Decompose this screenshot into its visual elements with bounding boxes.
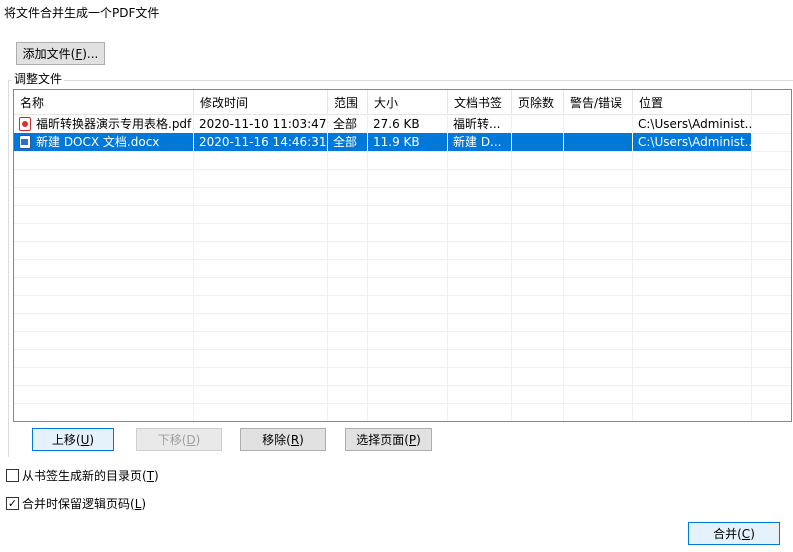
grid-line xyxy=(14,349,791,350)
cell-name: 新建 DOCX 文档.docx xyxy=(32,133,194,151)
instruction-text: 将文件合并生成一个PDF文件 xyxy=(4,6,160,20)
move-up-suffix: ) xyxy=(89,432,95,447)
move-down-label: 下移( xyxy=(157,433,187,447)
remove-suffix: ) xyxy=(299,432,304,447)
generate-toc-checkbox[interactable] xyxy=(6,469,19,482)
grid-line xyxy=(14,259,791,260)
merge-label: 合并( xyxy=(713,527,742,541)
grid-line xyxy=(14,313,791,314)
generate-toc-suffix: ) xyxy=(154,469,159,483)
select-pages-suffix: ) xyxy=(416,432,421,447)
cell-pages xyxy=(512,115,564,133)
move-up-label: 上移( xyxy=(51,433,81,447)
cell-size: 27.6 KB xyxy=(373,117,420,131)
move-down-suffix: ) xyxy=(195,432,201,447)
table-row[interactable]: 福昕转换器演示专用表格.pdf 2020-11-10 11:03:47 全部 2… xyxy=(14,115,752,133)
grid-line xyxy=(14,277,791,278)
cell-range: 全部 xyxy=(333,117,358,131)
merge-hotkey: C xyxy=(741,526,751,541)
column-header-pages[interactable]: 页除数 xyxy=(512,90,564,114)
grid-line xyxy=(14,331,791,332)
docx-file-icon xyxy=(19,135,31,149)
file-list[interactable]: 名称 修改时间 ^ 范围 大小 文档书签 页除数 警告/错误 位置 福昕转换器演… xyxy=(13,89,792,422)
pdf-file-icon xyxy=(19,117,31,131)
column-header-size[interactable]: 大小 xyxy=(368,90,448,114)
column-header-range[interactable]: 范围 xyxy=(328,90,368,114)
grid-line xyxy=(14,385,791,386)
merge-button[interactable]: 合并(C) xyxy=(688,522,780,545)
grid-line xyxy=(14,223,791,224)
cell-bookmark: 福昕转... xyxy=(453,117,501,131)
grid-line xyxy=(14,241,791,242)
move-up-hotkey: U xyxy=(80,432,90,447)
column-header-warnings[interactable]: 警告/错误 xyxy=(564,90,633,114)
sort-arrow-icon: ^ xyxy=(259,89,268,97)
generate-toc-hotkey: T xyxy=(146,469,155,483)
grid-line xyxy=(14,367,791,368)
keep-page-numbers-label: 合并时保留逻辑页码( xyxy=(22,497,135,511)
grid-line xyxy=(14,295,791,296)
grid-line xyxy=(14,205,791,206)
keep-page-numbers-checkbox[interactable]: ✓ xyxy=(6,497,19,510)
grid-line xyxy=(14,187,791,188)
cell-modified: 2020-11-16 14:46:31 xyxy=(194,133,328,151)
cell-location: C:\Users\Administ... xyxy=(633,133,752,151)
cell-range: 全部 xyxy=(328,133,368,151)
grid-line xyxy=(14,151,791,152)
remove-button[interactable]: 移除(R) xyxy=(240,428,326,451)
select-pages-hotkey: P xyxy=(408,432,417,447)
group-title: 调整文件 xyxy=(12,71,65,87)
cell-warnings xyxy=(564,133,633,151)
cell-warnings xyxy=(564,115,633,133)
cell-size: 11.9 KB xyxy=(368,133,448,151)
merge-suffix: ) xyxy=(750,526,755,541)
table-row-selected[interactable]: 新建 DOCX 文档.docx 2020-11-16 14:46:31 全部 1… xyxy=(14,133,752,151)
list-header: 名称 修改时间 ^ 范围 大小 文档书签 页除数 警告/错误 位置 xyxy=(14,90,791,115)
add-files-button[interactable]: 添加文件(F)... xyxy=(16,42,105,65)
remove-hotkey: R xyxy=(290,432,300,447)
select-pages-label: 选择页面( xyxy=(356,433,409,447)
grid-line xyxy=(14,403,791,404)
column-header-location[interactable]: 位置 xyxy=(633,90,752,114)
cell-bookmark: 新建 D... xyxy=(448,133,512,151)
remove-label: 移除( xyxy=(262,433,291,447)
select-pages-button[interactable]: 选择页面(P) xyxy=(345,428,432,451)
add-files-hotkey: F xyxy=(75,46,83,61)
move-up-button[interactable]: 上移(U) xyxy=(32,428,114,451)
column-header-bookmark[interactable]: 文档书签 xyxy=(448,90,512,114)
move-down-button[interactable]: 下移(D) xyxy=(136,428,222,451)
grid-line xyxy=(14,169,791,170)
keep-page-numbers-suffix: ) xyxy=(141,497,147,511)
cell-pages xyxy=(512,133,564,151)
column-header-name[interactable]: 名称 xyxy=(14,90,194,114)
cell-modified: 2020-11-10 11:03:47 xyxy=(199,117,327,131)
cell-name: 福昕转换器演示专用表格.pdf xyxy=(36,117,192,131)
move-down-hotkey: D xyxy=(186,432,196,447)
generate-toc-label: 从书签生成新的目录页( xyxy=(22,469,147,483)
add-files-label: 添加文件( xyxy=(22,47,76,61)
add-files-suffix: )... xyxy=(82,46,99,61)
cell-location: C:\Users\Administ... xyxy=(638,117,752,131)
